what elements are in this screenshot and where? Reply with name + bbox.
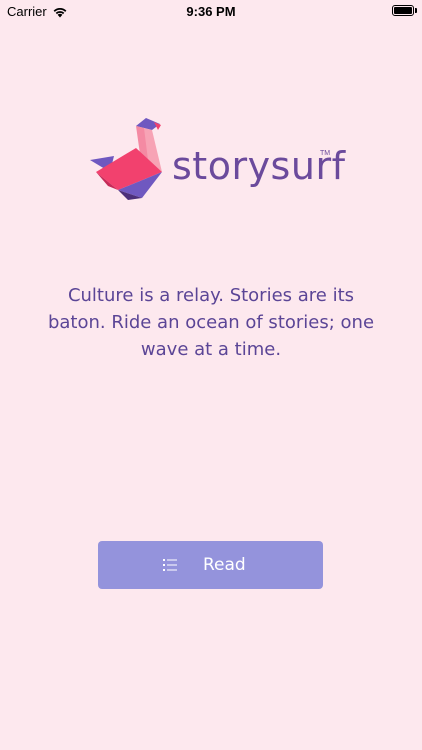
battery-icon bbox=[392, 5, 414, 16]
trademark: TM bbox=[320, 150, 331, 157]
list-icon bbox=[163, 559, 177, 571]
read-button-label: Read bbox=[203, 555, 246, 575]
read-button[interactable]: Read bbox=[98, 541, 323, 589]
battery-tip bbox=[415, 8, 417, 13]
battery-level bbox=[394, 7, 412, 14]
status-bar: Carrier 9:36 PM bbox=[0, 0, 422, 22]
storysurf-logo: storysurf TM bbox=[88, 116, 345, 202]
tagline: Culture is a relay. Stories are its bato… bbox=[47, 285, 375, 360]
origami-bird-icon bbox=[90, 118, 162, 200]
status-time: 9:36 PM bbox=[186, 4, 236, 19]
